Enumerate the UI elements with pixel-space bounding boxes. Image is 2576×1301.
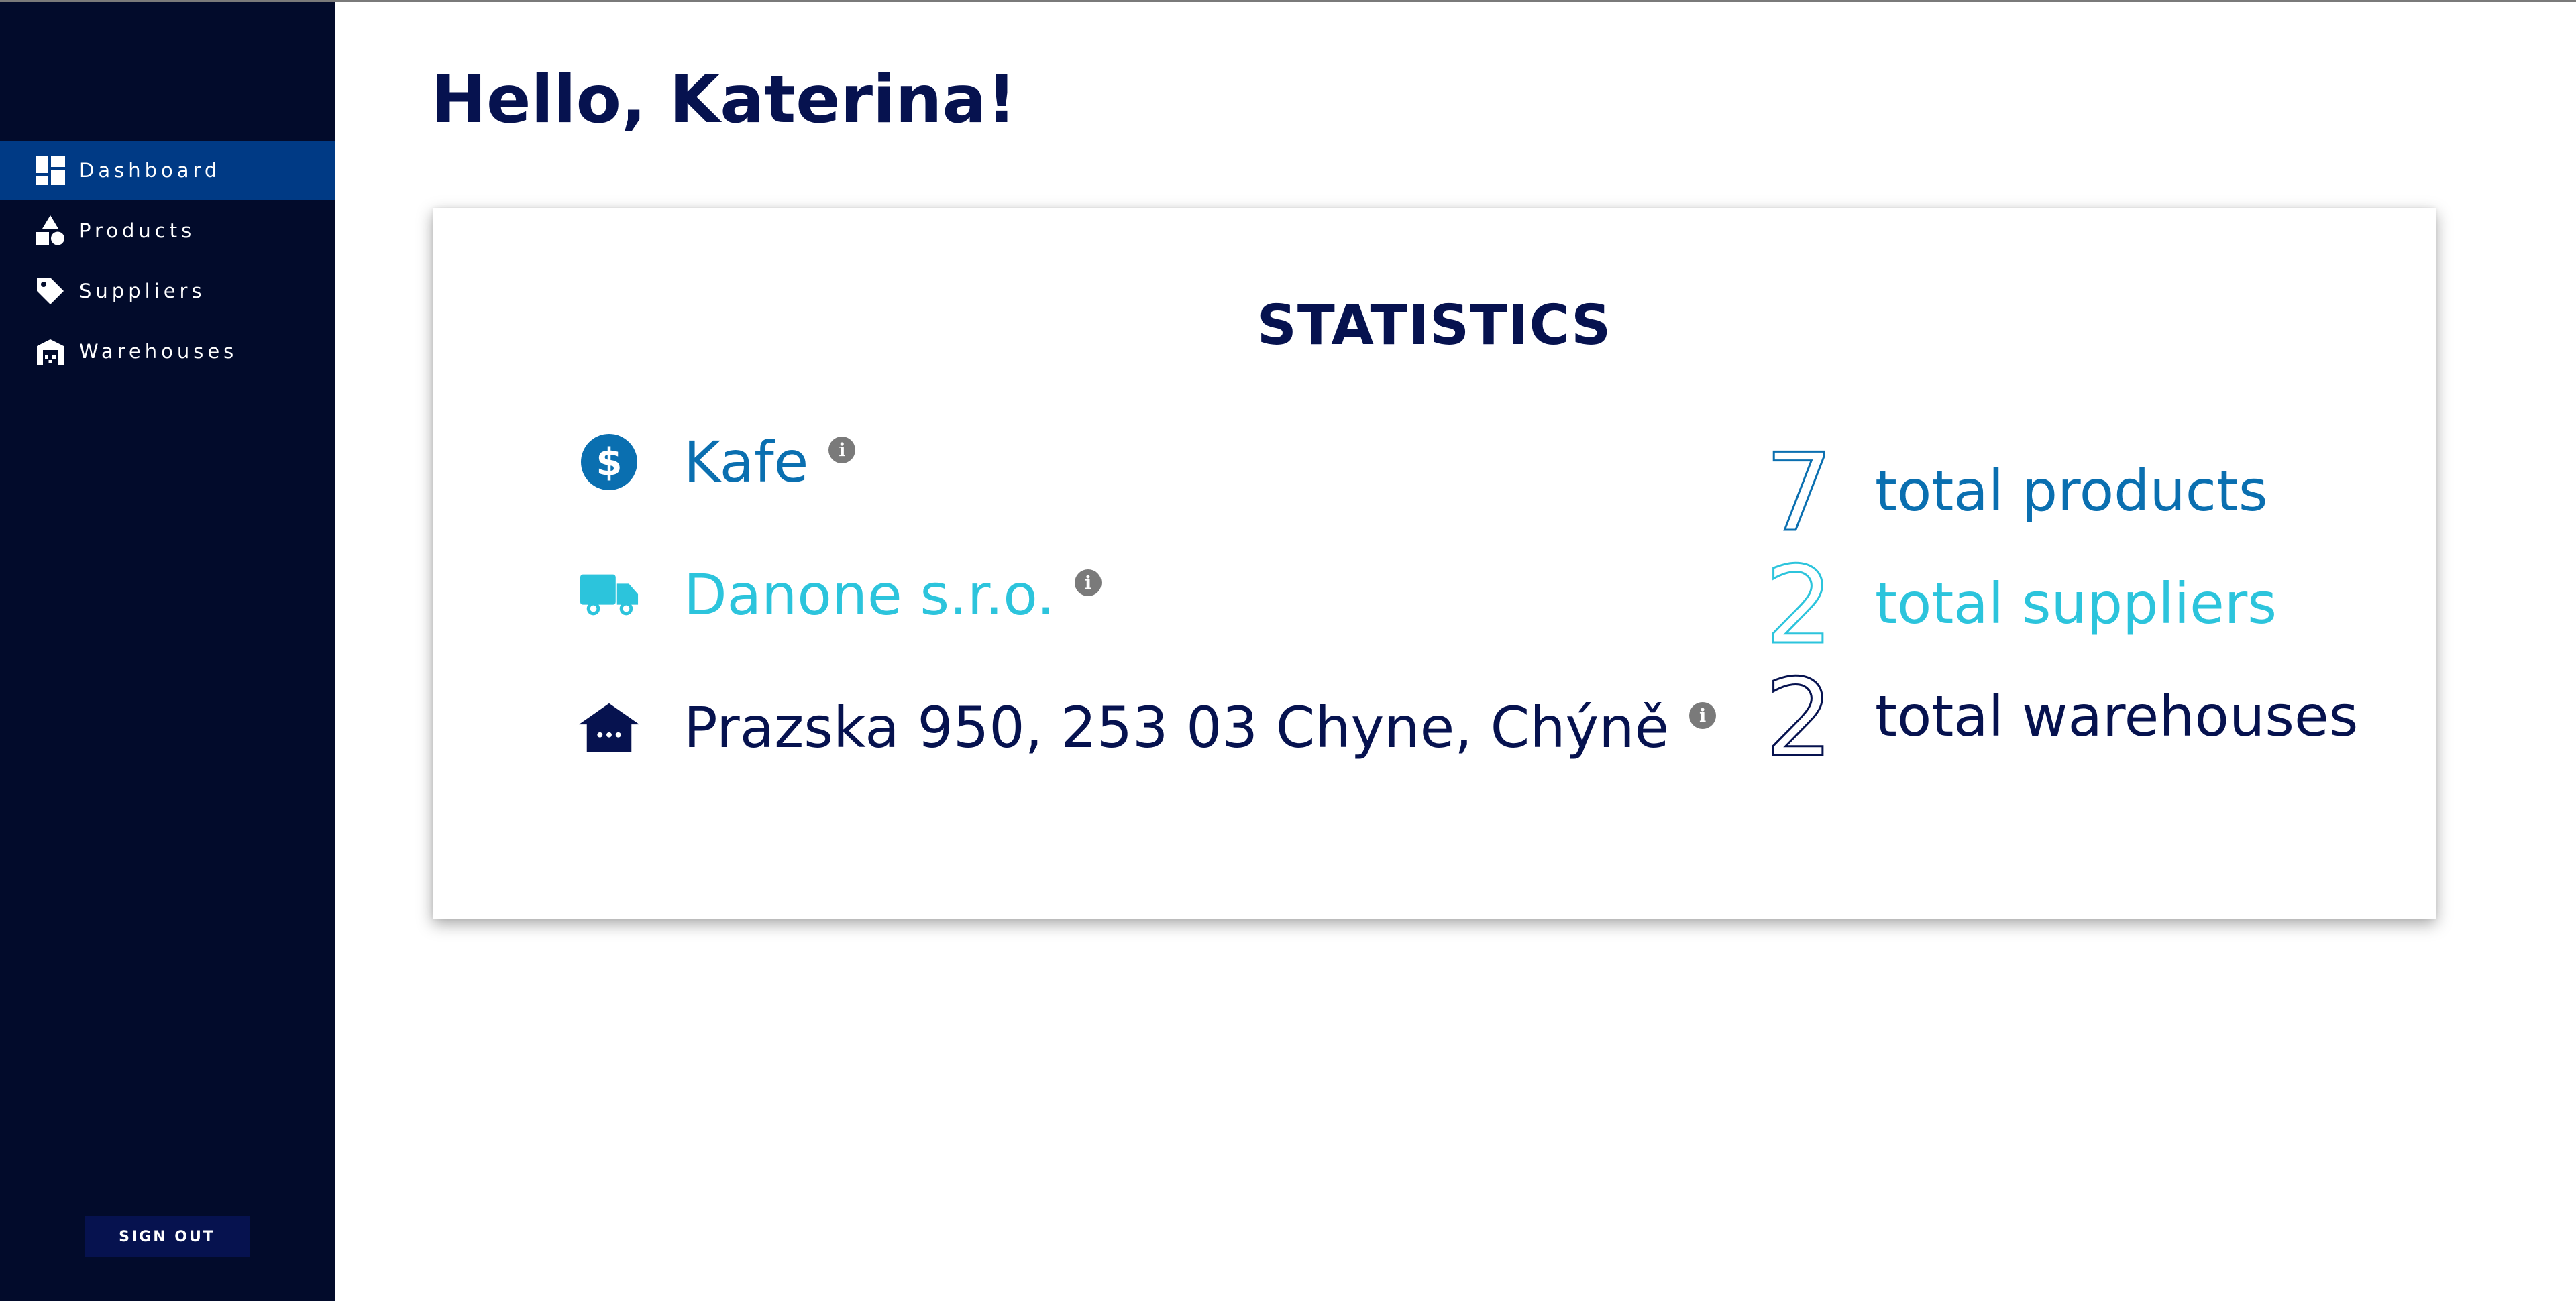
total-warehouses-count: 2 — [1764, 669, 1835, 763]
tag-icon — [35, 276, 66, 306]
page-title: Hello, Katerina! — [431, 62, 1017, 138]
sidebar-item-suppliers[interactable]: Suppliers — [0, 262, 335, 321]
top-warehouse-row: Prazska 950, 253 03 Chyne, Chýně i — [579, 695, 1717, 760]
top-supplier-name: Danone s.r.o. — [684, 562, 1055, 628]
top-border — [0, 0, 2576, 2]
top-warehouse-address: Prazska 950, 253 03 Chyne, Chýně — [684, 695, 1670, 760]
dashboard-icon — [35, 155, 66, 186]
total-warehouses-row: 2 total warehouses — [1758, 669, 2359, 763]
sidebar-item-label: Products — [79, 219, 196, 242]
shapes-icon — [35, 215, 66, 246]
sidebar-item-warehouses[interactable]: Warehouses — [0, 322, 335, 381]
top-supplier-row: Danone s.r.o. i — [579, 562, 1102, 628]
svg-text:7: 7 — [1765, 444, 1833, 538]
total-warehouses-label: total warehouses — [1875, 683, 2359, 749]
total-suppliers-row: 2 total suppliers — [1758, 557, 2277, 650]
statistics-card: STATISTICS $ Kafe i Danone s.r.o. i Praz… — [433, 208, 2436, 919]
top-product-name: Kafe — [684, 429, 809, 495]
warehouse-icon — [579, 697, 639, 758]
warehouse-icon — [35, 336, 66, 367]
sidebar-item-label: Warehouses — [79, 340, 238, 363]
info-icon[interactable]: i — [1075, 569, 1102, 596]
total-products-row: 7 total products — [1758, 444, 2268, 538]
total-products-count: 7 — [1764, 444, 1835, 538]
info-icon[interactable]: i — [828, 437, 856, 463]
truck-icon — [579, 565, 639, 625]
dollar-circle-icon: $ — [579, 432, 639, 492]
sidebar-item-label: Suppliers — [79, 280, 206, 302]
total-suppliers-count: 2 — [1764, 557, 1835, 650]
total-suppliers-label: total suppliers — [1875, 571, 2277, 636]
svg-text:2: 2 — [1765, 557, 1833, 650]
sign-out-button[interactable]: SIGN OUT — [85, 1216, 250, 1257]
sidebar-item-dashboard[interactable]: Dashboard — [0, 141, 335, 200]
sidebar-item-products[interactable]: Products — [0, 201, 335, 260]
svg-text:2: 2 — [1765, 669, 1833, 763]
sidebar-item-label: Dashboard — [79, 159, 221, 182]
top-product-row: $ Kafe i — [579, 429, 856, 495]
statistics-title: STATISTICS — [1256, 294, 1612, 357]
total-products-label: total products — [1875, 458, 2268, 524]
svg-text:$: $ — [596, 441, 623, 484]
sidebar: Dashboard Products Suppliers Warehouses … — [0, 0, 335, 1301]
info-icon[interactable]: i — [1689, 702, 1717, 729]
